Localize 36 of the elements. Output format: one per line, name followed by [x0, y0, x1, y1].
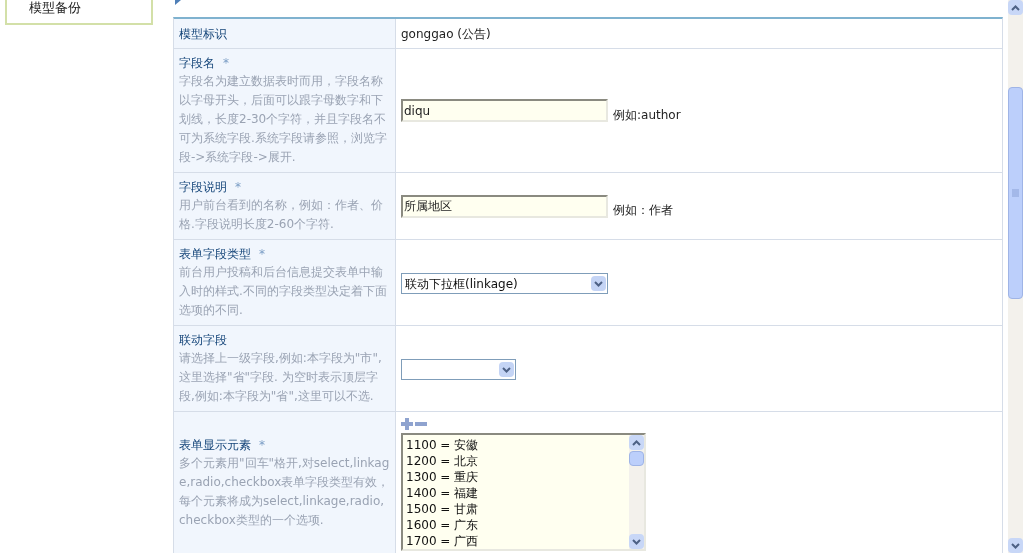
field-label: 字段名 — [179, 55, 215, 72]
field-description: 多个元素用"回车"格开,对select,linkage,radio,checkbox表单字段类型有效，每个元素将成为select,linkage,radio,checkbox类型的一个选项. — [179, 455, 390, 529]
example-hint: 例如:author — [613, 106, 681, 124]
field-label: 表单显示元素 — [179, 437, 251, 454]
field-label: 字段说明 — [179, 179, 227, 196]
textarea-text: 1100 = 安徽 1200 = 北京 1300 = 重庆 1400 = 福建 1500 = 甘肃 1600 = 广东 1700 = 广西 — [405, 437, 480, 549]
scroll-down-button[interactable] — [1008, 538, 1023, 553]
plus-icon[interactable] — [401, 418, 413, 430]
field-description: 前台用户投稿和后台信息提交表单中输入时的样式.不同的字段类型决定着下面选项的不同. — [179, 264, 388, 319]
field-value: gonggao (公告) — [401, 25, 491, 43]
required-mark: * — [259, 246, 265, 263]
arrow-icon — [175, 0, 181, 5]
scroll-thumb[interactable] — [1008, 87, 1023, 299]
textarea-field[interactable]: 1100 = 安徽 1200 = 北京 1300 = 重庆 1400 = 福建 1500 = 甘肃 1600 = 广东 1700 = 广西 — [401, 433, 646, 551]
sidebar-item[interactable]: 模型备份 — [29, 0, 151, 16]
dropdown[interactable] — [401, 359, 516, 380]
required-mark: * — [223, 55, 229, 72]
field-description: 用户前台看到的名称，例如：作者、价格.字段说明长度2-60个字符. — [179, 197, 384, 233]
field-label: 联动字段 — [179, 332, 227, 349]
dropdown-arrow-icon — [499, 362, 514, 377]
field-label: 表单字段类型 — [179, 246, 251, 263]
required-mark: * — [235, 179, 241, 196]
scroll-thumb[interactable] — [629, 451, 644, 466]
dropdown[interactable]: 联动下拉框(linkage) — [401, 273, 608, 294]
scrollbar[interactable] — [1008, 0, 1023, 553]
grip-icon — [1012, 189, 1019, 197]
text-input[interactable]: diqu — [401, 99, 608, 122]
text-input[interactable]: 所属地区 — [401, 194, 608, 218]
field-description: 请选择上一级字段,例如:本字段为"市",这里选择"省"字段. 为空时表示顶层字段,例如:本字段为"省",这里可以不选. — [179, 350, 383, 405]
required-mark: * — [259, 437, 265, 454]
field-description: 字段名为建立数据表时而用，字段名称以字母开头，后面可以跟字母数字和下划线，长度2-30个字符，并且字段名不可为系统字段.系统字段请参照，浏览字段->系统字段->展开. — [179, 73, 388, 166]
scroll-up-button[interactable] — [1008, 0, 1023, 15]
dropdown-arrow-icon — [591, 276, 606, 291]
textarea-scrollbar[interactable] — [629, 435, 644, 549]
example-hint: 例如：作者 — [613, 202, 673, 219]
field-label: 模型标识 — [179, 25, 227, 43]
